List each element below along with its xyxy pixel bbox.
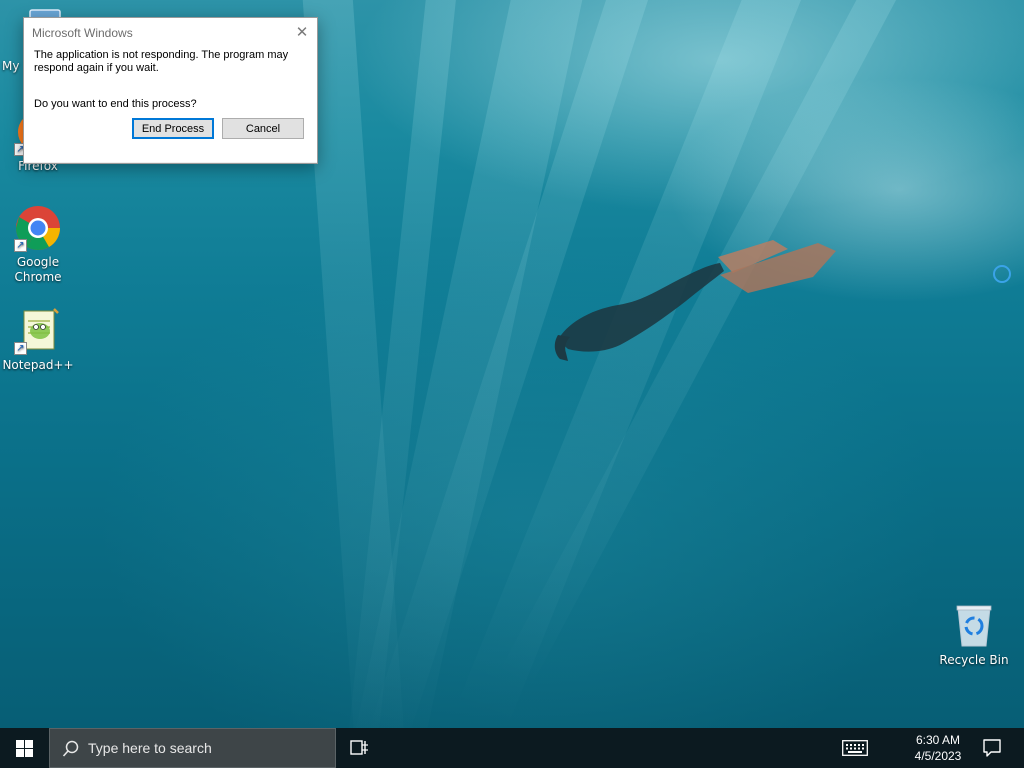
dialog-title: Microsoft Windows — [32, 26, 133, 40]
search-icon — [62, 740, 79, 757]
diver-silhouette — [554, 240, 836, 361]
windows-logo-icon — [16, 740, 33, 757]
dialog-message: The application is not responding. The p… — [34, 49, 289, 74]
clock-date: 4/5/2023 — [914, 749, 962, 763]
search-placeholder: Type here to search — [88, 740, 212, 756]
desktop-icon-notepad-plus-plus[interactable]: ↗ Notepad++ — [1, 307, 75, 373]
desktop-icon-label: My — [2, 59, 20, 73]
taskbar-search-box[interactable]: Type here to search — [49, 728, 336, 768]
dialog-button-row: End Process Cancel — [24, 115, 317, 162]
dialog-body: The application is not responding. The p… — [24, 47, 317, 115]
dialog-titlebar[interactable]: Microsoft Windows ✕ — [24, 18, 317, 47]
desktop-icon-label: Recycle Bin — [939, 653, 1009, 667]
start-button[interactable] — [0, 728, 48, 768]
desktop-icon-recycle-bin[interactable]: Recycle Bin — [937, 602, 1011, 668]
clock-time: 6:30 AM — [915, 733, 961, 747]
not-responding-dialog: Microsoft Windows ✕ The application is n… — [23, 17, 318, 164]
task-view-icon[interactable] — [348, 737, 370, 759]
shortcut-arrow-icon: ↗ — [14, 239, 27, 252]
recycle-bin-icon — [950, 602, 998, 650]
taskbar: Type here to search 6:30 AM 4/5/2023 — [0, 728, 1024, 768]
taskbar-clock[interactable]: 6:30 AM 4/5/2023 — [900, 732, 976, 764]
end-process-button[interactable]: End Process — [132, 118, 214, 139]
desktop-icon-label: Notepad++ — [2, 358, 74, 372]
shortcut-arrow-icon: ↗ — [14, 342, 27, 355]
action-center-icon[interactable] — [982, 738, 1002, 758]
desktop-icon-chrome[interactable]: ↗ Google Chrome — [1, 204, 75, 285]
dialog-question: Do you want to end this process? — [34, 98, 197, 110]
circle-artifact — [993, 265, 1011, 283]
notepad-plus-plus-icon: ↗ — [14, 307, 62, 355]
touch-keyboard-icon[interactable] — [842, 740, 868, 756]
close-icon[interactable]: ✕ — [287, 18, 317, 47]
cancel-button[interactable]: Cancel — [222, 118, 304, 139]
desktop-icon-label: Google Chrome — [14, 255, 62, 284]
chrome-icon: ↗ — [14, 204, 62, 252]
